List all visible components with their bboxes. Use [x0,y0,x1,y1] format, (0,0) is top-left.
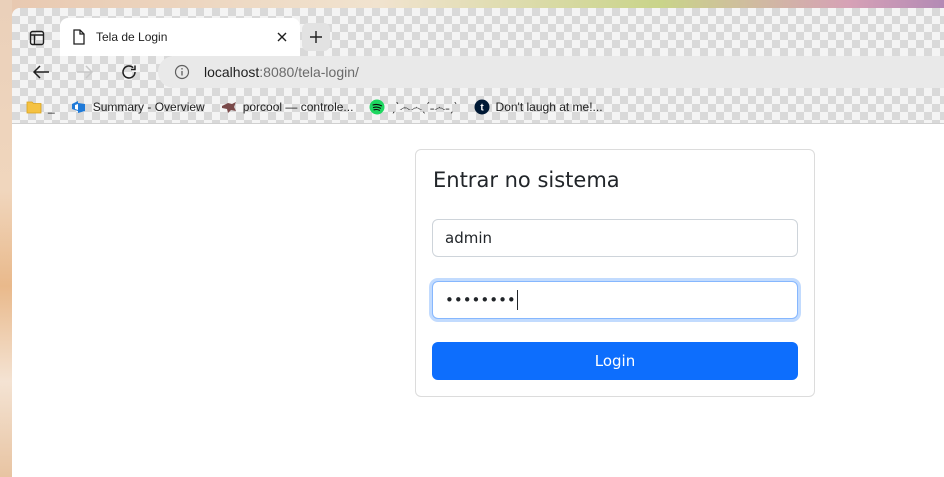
pig-icon [221,99,237,115]
text-caret [516,290,518,310]
bookmark-label: porcool — controle... [242,100,354,114]
bookmark-label: ˏˋ෴෴ˎˊ˗෴˗ˏˋ [391,99,458,114]
password-value: •••••••• [445,291,516,309]
bookmark-porcool[interactable]: porcool — controle... [221,99,354,115]
page-title: Entrar no sistema [433,168,620,192]
password-input[interactable]: •••••••• [432,281,798,319]
page-icon [72,29,86,45]
refresh-icon [120,63,138,81]
login-card: Entrar no sistema admin •••••••• Login [415,149,815,397]
chrome-divider [12,123,944,124]
tab-actions-icon[interactable] [26,27,48,49]
arrow-right-icon [76,64,94,80]
tumblr-icon: t [474,99,490,115]
bookmark-spotify[interactable]: ˏˋ෴෴ˎˊ˗෴˗ˏˋ [369,99,458,115]
back-button[interactable] [30,61,52,83]
bookmark-tumblr[interactable]: t Don't laugh at me!... [474,99,603,115]
azure-devops-icon [71,99,87,115]
tab-active[interactable]: Tela de Login [60,18,300,56]
plus-icon [309,30,323,44]
address-bar[interactable]: localhost:8080/tela-login/ [158,56,944,88]
folder-icon [26,99,42,115]
bookmark-label: _ [48,100,55,114]
bookmark-label: Summary - Overview [92,100,205,114]
close-icon[interactable] [274,29,290,45]
new-tab-button[interactable] [302,23,330,51]
browser-chrome: Tela de Login localhost:8080/tela-login/… [12,8,944,124]
desktop-wallpaper-edge [0,0,12,477]
arrow-left-icon [32,64,50,80]
bookmarks-bar: _ Summary - Overview porcool — controle.… [12,92,944,122]
url-host: localhost [204,64,260,80]
bookmark-folder[interactable]: _ [26,99,55,115]
username-input[interactable]: admin [432,219,798,257]
spotify-icon [369,99,385,115]
login-button[interactable]: Login [432,342,798,380]
username-value: admin [445,229,492,247]
browser-window: Tela de Login localhost:8080/tela-login/… [12,8,944,477]
url-text: localhost:8080/tela-login/ [204,64,359,80]
bookmark-summary-overview[interactable]: Summary - Overview [71,99,205,115]
bookmark-label: Don't laugh at me!... [495,100,603,114]
info-icon[interactable] [174,64,190,80]
tab-title: Tela de Login [96,30,168,44]
forward-button[interactable] [74,61,96,83]
url-path: :8080/tela-login/ [259,64,359,80]
refresh-button[interactable] [118,61,140,83]
